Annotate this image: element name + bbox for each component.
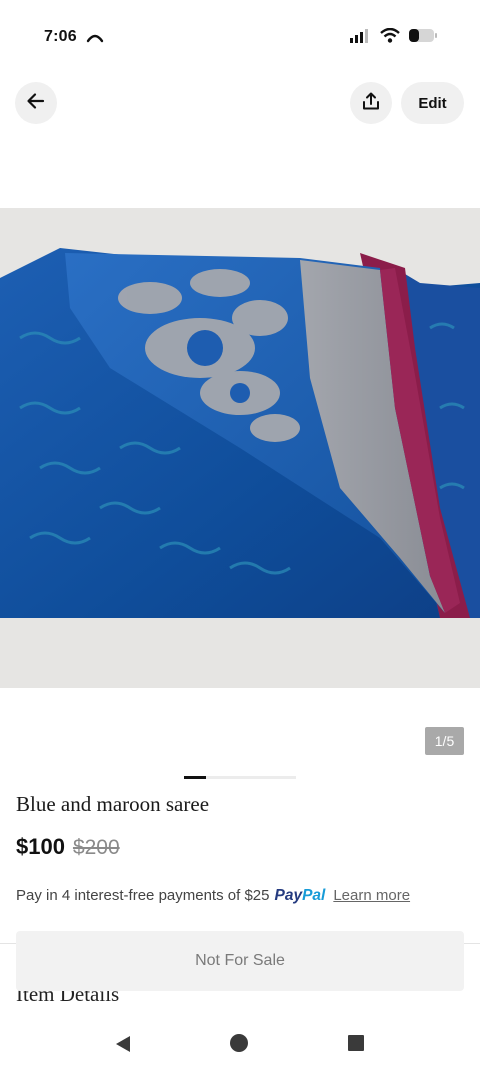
nav-back-icon[interactable] — [114, 1035, 132, 1058]
image-counter: 1/5 — [425, 727, 464, 755]
status-bar: 7:06 — [0, 0, 480, 70]
price-original: $200 — [72, 836, 120, 859]
share-upload-icon — [361, 91, 381, 116]
battery-icon — [408, 28, 438, 48]
nav-recents-icon[interactable] — [348, 1035, 364, 1051]
share-button[interactable] — [350, 82, 392, 124]
call-forwarding-icon — [86, 30, 104, 48]
arrow-left-icon — [26, 91, 46, 116]
status-icons — [350, 27, 438, 48]
learn-more-link[interactable]: Learn more — [333, 887, 410, 904]
not-for-sale-button[interactable]: Not For Sale — [16, 931, 464, 991]
gallery-progress — [184, 776, 296, 779]
installment-text: Pay in 4 interest-free payments of $25 — [16, 887, 270, 904]
price-row: $100 $200 — [16, 834, 120, 860]
nav-home-icon[interactable] — [230, 1034, 248, 1052]
paypal-installments: Pay in 4 interest-free payments of $25 P… — [16, 887, 410, 905]
system-nav-bar — [0, 1015, 480, 1071]
product-photo[interactable] — [0, 208, 480, 688]
item-title: Blue and maroon saree — [16, 792, 210, 816]
back-button[interactable] — [15, 82, 57, 124]
paypal-logo: PayPal — [274, 887, 326, 904]
wifi-icon — [380, 27, 400, 48]
gallery-progress-fill — [184, 776, 207, 779]
edit-button[interactable]: Edit — [401, 82, 464, 124]
signal-icon — [350, 28, 372, 48]
price-current: $100 — [16, 834, 65, 859]
status-time: 7:06 — [44, 28, 77, 45]
